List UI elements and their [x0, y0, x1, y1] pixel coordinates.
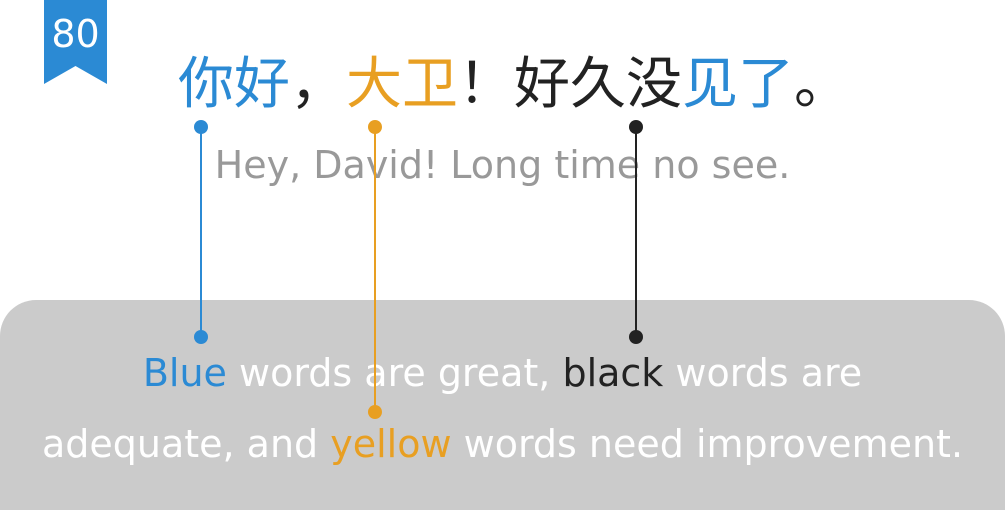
chinese-sentence: 你好，大卫！好久没见了。 — [178, 52, 850, 118]
legend-text: words are great, — [226, 351, 563, 395]
legend-line-2: adequate, and yellow words need improvem… — [0, 421, 1005, 467]
word-haojiumei: ！好久没 — [458, 52, 682, 117]
legend-text: words need improvement. — [451, 422, 964, 466]
punct-comma: ， — [290, 52, 346, 117]
badge-number: 80 — [51, 12, 100, 56]
word-jianle: 见了 — [682, 52, 794, 117]
legend-line-1: Blue words are great, black words are — [0, 350, 1005, 396]
legend-text: adequate, and — [41, 422, 331, 466]
english-translation: Hey, David! Long time no see. — [214, 143, 791, 187]
canvas: 80 你好，大卫！好久没见了。 Hey, David! Long time no… — [0, 0, 1005, 510]
legend-text: words are — [663, 351, 863, 395]
word-dawei: 大卫 — [346, 52, 458, 117]
legend-yellow-word: yellow — [330, 422, 452, 466]
legend-black-word: black — [562, 351, 664, 395]
legend-blue-word: Blue — [142, 351, 227, 395]
punct-period: 。 — [794, 52, 850, 117]
bookmark-badge: 80 — [44, 0, 107, 84]
word-nihao: 你好 — [178, 52, 290, 117]
legend-panel — [0, 300, 1005, 510]
